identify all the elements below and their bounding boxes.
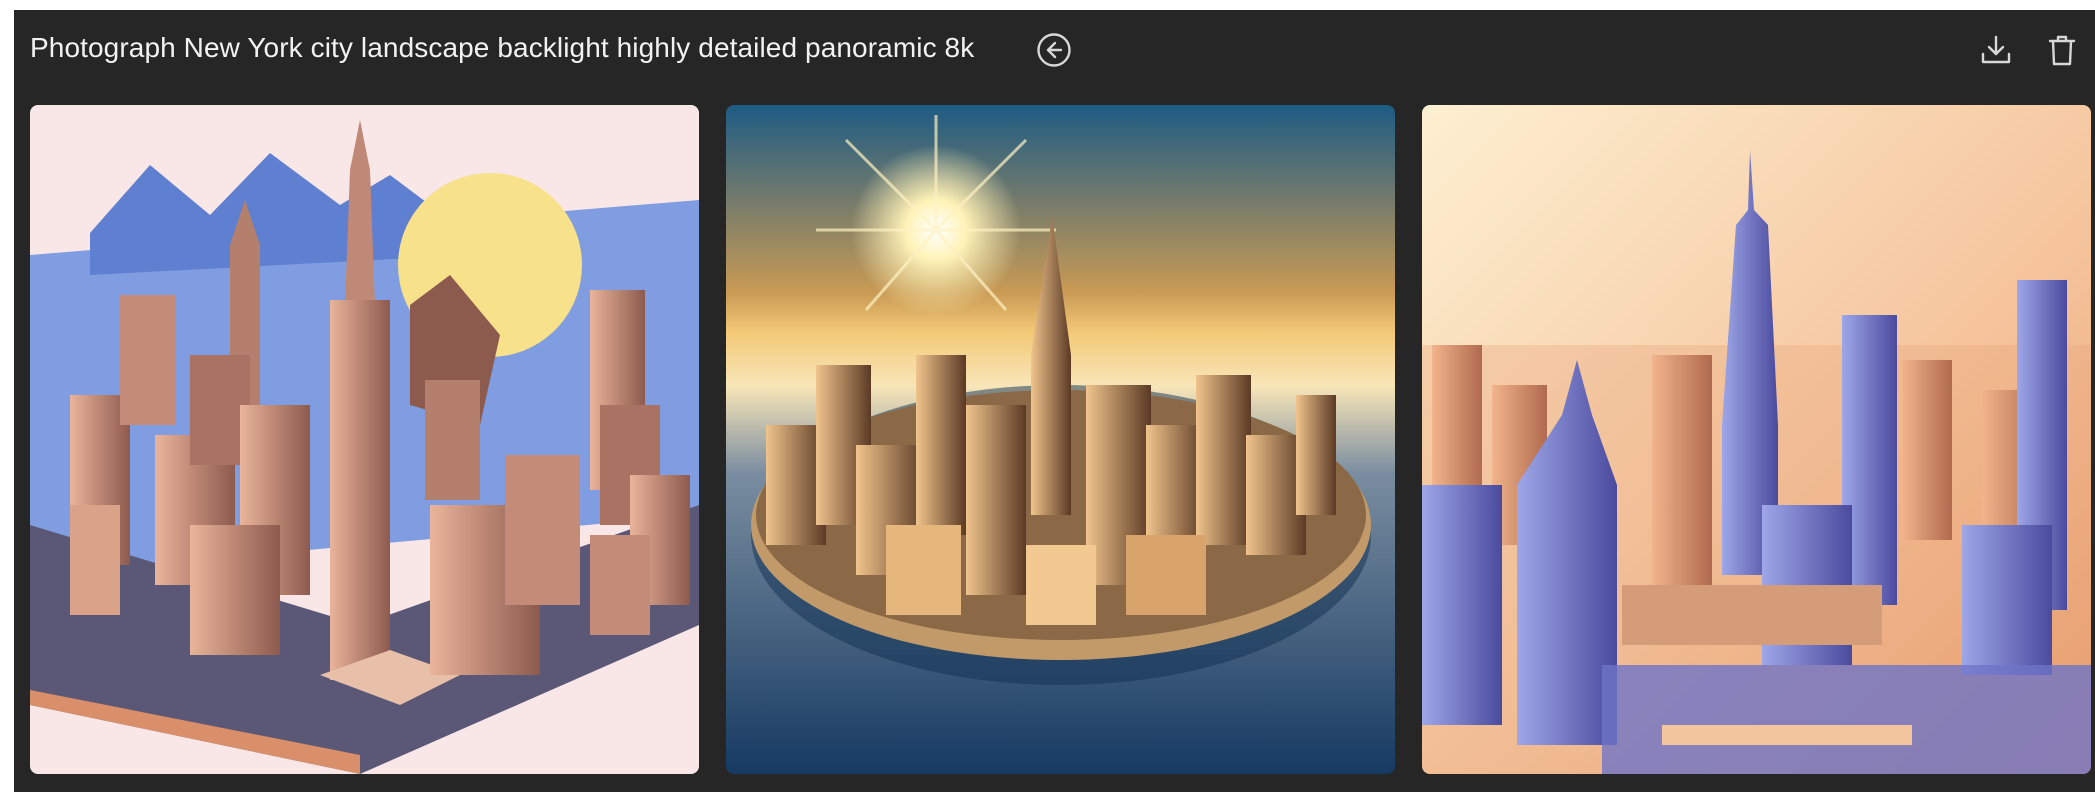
generated-image-2[interactable] <box>726 105 1395 774</box>
download-icon <box>1981 35 2011 64</box>
image-gallery <box>30 105 2095 774</box>
generation-panel: Photograph New York city landscape backl… <box>14 10 2095 792</box>
isometric-city-illustration <box>30 105 699 774</box>
delete-button[interactable] <box>2040 28 2084 72</box>
generation-header: Photograph New York city landscape backl… <box>14 10 2095 96</box>
generated-image-1[interactable] <box>30 105 699 774</box>
download-button[interactable] <box>1974 28 2018 72</box>
island-panorama-illustration <box>726 105 1395 774</box>
trash-icon <box>2048 35 2076 66</box>
arrow-left-circle-icon <box>1037 33 1071 67</box>
prompt-text: Photograph New York city landscape backl… <box>30 32 975 63</box>
generated-image-3[interactable] <box>1422 105 2091 774</box>
back-button[interactable] <box>1034 30 1074 70</box>
vector-skyline-illustration <box>1422 105 2091 774</box>
